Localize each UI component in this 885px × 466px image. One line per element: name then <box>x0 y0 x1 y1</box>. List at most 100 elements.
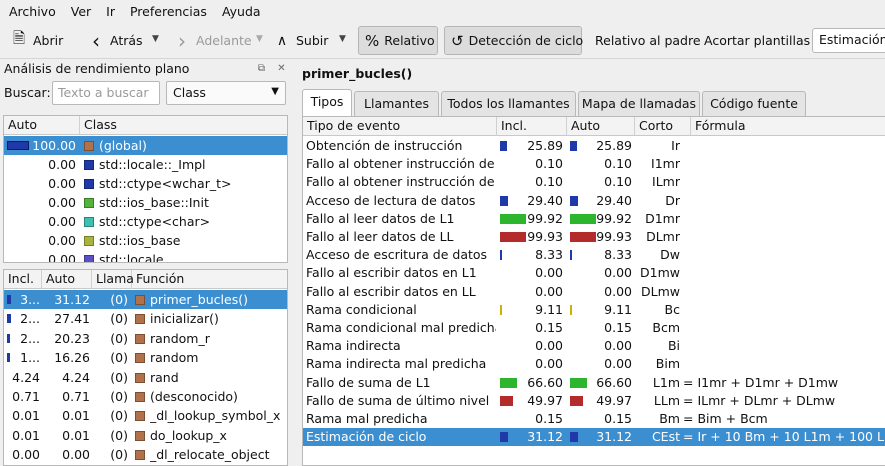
up-button[interactable]: ∧ Subir <box>266 26 335 55</box>
group-row[interactable]: 0.00 std::locale::_Impl <box>4 155 287 174</box>
group-select[interactable]: Class ▼ <box>166 81 286 105</box>
event-row[interactable]: Rama indirecta mal predicha 0.00 0.00 Bim <box>303 355 885 373</box>
event-self: 31.12 <box>596 429 632 445</box>
column-header-calls[interactable]: Llama <box>92 270 134 289</box>
event-formula <box>683 137 885 155</box>
close-panel-icon[interactable]: ✕ <box>275 62 288 75</box>
up-dropdown-icon[interactable]: ▼ <box>339 34 346 44</box>
group-row[interactable]: 100.00 (global) <box>4 136 287 155</box>
function-calls: (0) <box>110 292 128 307</box>
function-name: inicializar() <box>150 311 219 327</box>
color-swatch <box>84 141 94 151</box>
column-header-self[interactable]: Auto <box>42 270 92 289</box>
event-row[interactable]: Rama indirecta 0.00 0.00 Bi <box>303 337 885 355</box>
event-row[interactable]: Acceso de lectura de datos 29.40 29.40 Dr <box>303 192 885 210</box>
back-dropdown-icon[interactable]: ▼ <box>152 34 159 44</box>
column-header-class[interactable]: Class <box>80 116 287 135</box>
event-row[interactable]: Fallo al escribir datos en LL 0.00 0.00 DLm… <box>303 283 885 301</box>
function-row[interactable]: 2... 27.41 (0) inicializar() <box>4 309 287 328</box>
open-button[interactable]: 🗎 Abrir <box>3 26 70 55</box>
event-row[interactable]: Rama condicional 9.11 9.11 Bc <box>303 301 885 319</box>
function-name: primer_bucles() <box>150 292 248 307</box>
event-row[interactable]: Fallo al obtener instrucción de L1 0.10 0.… <box>303 155 885 173</box>
search-input[interactable]: Texto a buscar <box>52 81 160 105</box>
column-header-event-type[interactable]: Tipo de evento <box>303 117 497 136</box>
column-header-function[interactable]: Función <box>132 270 287 289</box>
group-name: std::ctype<wchar_t> <box>99 176 232 191</box>
search-label: Buscar: <box>4 85 51 100</box>
float-panel-icon[interactable]: ⧉ <box>255 62 268 75</box>
column-header-self[interactable]: Auto <box>567 117 635 136</box>
forward-button[interactable]: › Adelante <box>166 26 259 55</box>
event-row[interactable]: Fallo al obtener instrucción de LL 0.10 0.… <box>303 173 885 191</box>
function-self: 27.41 <box>54 311 90 327</box>
event-row[interactable]: Acceso de escritura de datos 8.33 8.33 Dw <box>303 246 885 264</box>
back-button[interactable]: ‹ Atrás <box>80 26 150 55</box>
column-header-incl[interactable]: Incl. <box>497 117 567 136</box>
function-row[interactable]: 0.01 0.01 (0) _dl_lookup_symbol_x <box>4 406 287 425</box>
cycle-detection-toggle[interactable]: ↺ Detección de ciclo <box>444 26 583 55</box>
event-row[interactable]: Rama condicional mal predicha 0.15 0.15 Bcm <box>303 319 885 337</box>
function-row[interactable]: 4.24 4.24 (0) rand <box>4 368 287 387</box>
function-row[interactable]: 0.71 0.71 (0) (desconocido) <box>4 387 287 406</box>
color-swatch <box>84 217 94 227</box>
event-row[interactable]: Fallo de suma de L1 66.60 66.60 L1m = I1mr +… <box>303 374 885 392</box>
event-row[interactable]: Rama mal predicha 0.15 0.15 Bm = Bim + Bcm <box>303 410 885 428</box>
event-self: 25.89 <box>596 138 632 153</box>
column-header-formula[interactable]: Fórmula <box>691 117 885 136</box>
function-self: 31.12 <box>54 292 90 307</box>
function-incl: 2... <box>20 330 40 346</box>
group-row[interactable]: 0.00 std::locale <box>4 250 287 262</box>
event-formula <box>683 155 885 173</box>
chevron-down-icon: ▼ <box>271 86 279 97</box>
tab-types[interactable]: Tipos <box>302 89 352 116</box>
event-type-combo[interactable]: Estimación de ciclo <box>812 28 885 53</box>
event-name: Estimación de ciclo <box>306 429 427 445</box>
function-row[interactable]: 1... 16.26 (0) random <box>4 348 287 367</box>
function-self: 16.26 <box>54 350 90 366</box>
menu-ir[interactable]: Ir <box>97 4 121 19</box>
forward-dropdown-icon[interactable]: ▼ <box>256 34 263 44</box>
event-name: Fallo al obtener instrucción de LL <box>306 174 496 190</box>
event-name: Obtención de instrucción <box>306 138 463 153</box>
event-row[interactable]: Fallo al escribir datos en L1 0.00 0.00 D1m… <box>303 264 885 282</box>
function-row[interactable]: 3... 31.12 (0) primer_bucles() <box>4 290 287 309</box>
menu-preferencias[interactable]: Preferencias <box>121 4 213 19</box>
event-row[interactable]: Fallo de suma de último nivel 49.97 49.97 L… <box>303 392 885 410</box>
group-cost: 0.00 <box>48 195 76 210</box>
group-row[interactable]: 0.00 std::ctype<wchar_t> <box>4 174 287 193</box>
tab-call-map[interactable]: Mapa de llamadas <box>578 91 700 116</box>
menu-archivo[interactable]: Archivo <box>0 4 62 19</box>
tab-callers[interactable]: Llamantes <box>354 91 439 116</box>
event-name: Fallo al escribir datos en LL <box>306 283 476 299</box>
function-calls: (0) <box>110 408 128 424</box>
event-incl: 0.00 <box>535 265 563 281</box>
relative-parent-button[interactable]: Relativo al padre <box>588 26 708 55</box>
column-header-short[interactable]: Corto <box>635 117 691 136</box>
relative-toggle[interactable]: % Relativo <box>358 26 438 55</box>
function-name: _dl_lookup_symbol_x <box>150 408 281 424</box>
function-row[interactable]: 0.00 0.00 (0) _dl_relocate_object <box>4 445 287 464</box>
group-row[interactable]: 0.00 std::ios_base <box>4 231 287 250</box>
function-row[interactable]: 2... 20.23 (0) random_r <box>4 329 287 348</box>
color-swatch <box>84 255 94 262</box>
column-header-auto[interactable]: Auto <box>4 116 80 135</box>
menu-ver[interactable]: Ver <box>62 4 97 19</box>
event-row[interactable]: Obtención de instrucción 25.89 25.89 Ir <box>303 137 885 155</box>
event-formula <box>683 264 885 282</box>
event-row[interactable]: Fallo al leer datos de LL 99.93 99.93 DLmr <box>303 228 885 246</box>
function-row[interactable]: 0.01 0.01 (0) do_lookup_x <box>4 426 287 445</box>
group-cost: 0.00 <box>48 233 76 248</box>
tab-all-callers[interactable]: Todos los llamantes <box>441 91 576 116</box>
group-row[interactable]: 0.00 std::ios_base::Init <box>4 193 287 212</box>
menu-ayuda[interactable]: Ayuda <box>213 4 267 19</box>
event-formula <box>683 355 885 373</box>
column-header-incl[interactable]: Incl. <box>4 270 42 289</box>
group-row[interactable]: 0.00 std::ctype<char> <box>4 212 287 231</box>
tab-source-code[interactable]: Código fuente <box>702 91 806 116</box>
event-short: D1mr <box>645 210 680 226</box>
event-row[interactable]: Fallo al leer datos de L1 99.92 99.92 D1mr <box>303 210 885 228</box>
shorten-templates-button[interactable]: Acortar plantillas <box>697 26 817 55</box>
event-row[interactable]: Estimación de ciclo 31.12 31.12 CEst = Ir + … <box>303 428 885 447</box>
cycle-icon: ↺ <box>451 31 464 50</box>
